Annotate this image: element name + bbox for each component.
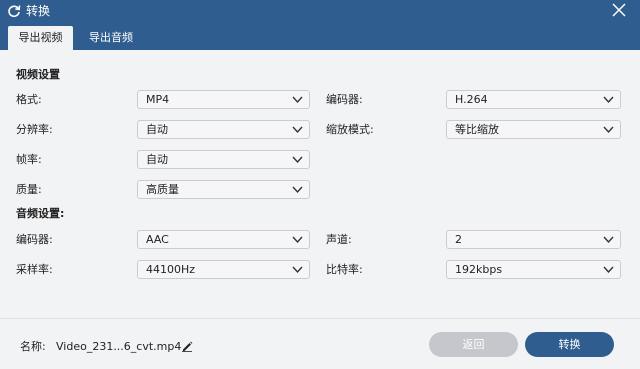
- chevron-down-icon: [292, 236, 303, 244]
- quality-label: 质量:: [16, 183, 42, 196]
- chevron-down-icon: [292, 186, 303, 194]
- format-select[interactable]: MP4: [137, 90, 310, 109]
- bitrate-value: 192kbps: [455, 263, 503, 276]
- chevron-down-icon: [603, 236, 614, 244]
- title-bar: 转换 导出视频 导出音频: [0, 0, 640, 50]
- audio-encoder-label: 编码器:: [16, 233, 53, 246]
- back-button[interactable]: 返回: [429, 332, 518, 357]
- sample-rate-label: 采样率:: [16, 263, 53, 276]
- chevron-down-icon: [292, 126, 303, 134]
- resolution-value: 自动: [146, 123, 168, 136]
- zoom-mode-select[interactable]: 等比缩放: [446, 120, 621, 139]
- convert-button[interactable]: 转换: [525, 332, 614, 357]
- chevron-down-icon: [292, 266, 303, 274]
- channels-select[interactable]: 2: [446, 230, 621, 249]
- framerate-value: 自动: [146, 153, 168, 166]
- refresh-icon: [8, 5, 21, 18]
- zoom-mode-label: 缩放模式:: [326, 123, 374, 136]
- chevron-down-icon: [292, 96, 303, 104]
- quality-select[interactable]: 高质量: [137, 180, 310, 199]
- resolution-select[interactable]: 自动: [137, 120, 310, 139]
- video-settings-title: 视频设置: [16, 68, 60, 81]
- resolution-label: 分辨率:: [16, 123, 53, 136]
- chevron-down-icon: [603, 126, 614, 134]
- chevron-down-icon: [292, 156, 303, 164]
- audio-settings-title: 音频设置:: [16, 207, 65, 220]
- sample-rate-select[interactable]: 44100Hz: [137, 260, 310, 279]
- zoom-mode-value: 等比缩放: [455, 123, 499, 136]
- close-icon[interactable]: [611, 2, 627, 18]
- pencil-icon[interactable]: [181, 340, 193, 352]
- channels-value: 2: [455, 233, 462, 246]
- video-encoder-select[interactable]: H.264: [446, 90, 621, 109]
- framerate-label: 帧率:: [16, 153, 42, 166]
- tab-export-audio[interactable]: 导出音频: [76, 26, 146, 50]
- framerate-select[interactable]: 自动: [137, 150, 310, 169]
- sample-rate-value: 44100Hz: [146, 263, 196, 276]
- chevron-down-icon: [603, 96, 614, 104]
- channels-label: 声道:: [326, 233, 352, 246]
- name-label: 名称:: [20, 340, 46, 353]
- audio-encoder-select[interactable]: AAC: [137, 230, 310, 249]
- bitrate-select[interactable]: 192kbps: [446, 260, 621, 279]
- video-encoder-label: 编码器:: [326, 93, 363, 106]
- audio-encoder-value: AAC: [146, 233, 169, 246]
- chevron-down-icon: [603, 266, 614, 274]
- tab-export-video[interactable]: 导出视频: [8, 26, 73, 50]
- quality-value: 高质量: [146, 183, 179, 196]
- window-title: 转换: [26, 4, 51, 18]
- footer-divider: [0, 318, 640, 319]
- format-label: 格式:: [16, 93, 42, 106]
- file-name: Video_231...6_cvt.mp4: [56, 340, 182, 353]
- bitrate-label: 比特率:: [326, 263, 363, 276]
- video-encoder-value: H.264: [455, 93, 488, 106]
- format-value: MP4: [146, 93, 170, 106]
